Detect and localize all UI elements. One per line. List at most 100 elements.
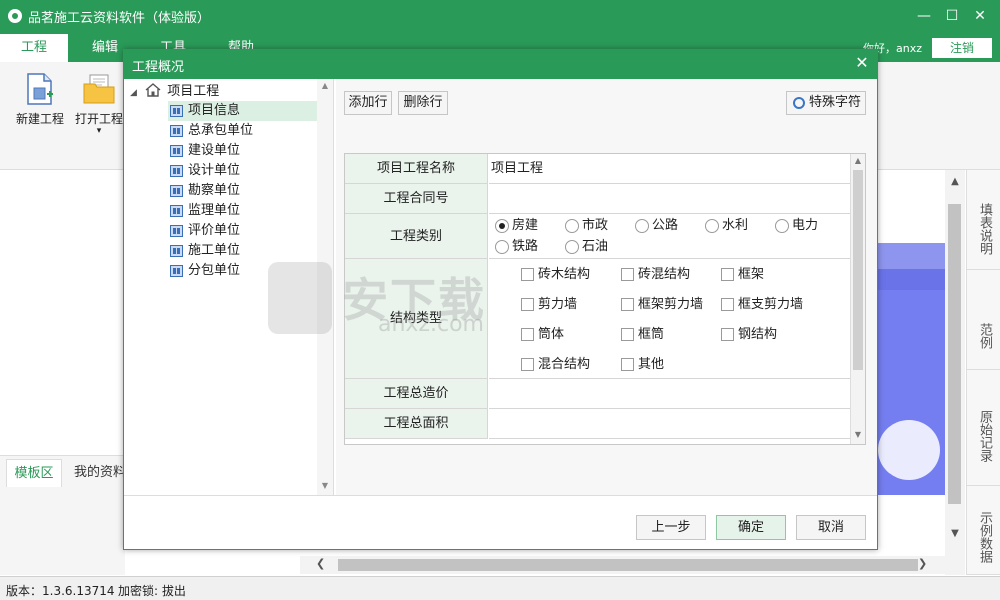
tree-item-design-unit[interactable]: 设计单位 bbox=[168, 161, 318, 181]
tree-item-contractor-unit[interactable]: 施工单位 bbox=[168, 241, 318, 261]
type-radio-housing[interactable]: 房建 bbox=[495, 218, 538, 234]
special-chars-label: 特殊字符 bbox=[808, 95, 861, 110]
previous-step-button[interactable]: 上一步 bbox=[636, 515, 706, 540]
tree-item-label: 分包单位 bbox=[188, 263, 241, 278]
tree-item-construction-unit[interactable]: 建设单位 bbox=[168, 141, 318, 161]
scroll-left-icon[interactable]: ❮ bbox=[316, 557, 325, 570]
structure-check-other[interactable]: 其他 bbox=[621, 357, 664, 373]
tree-item-label: 总承包单位 bbox=[188, 123, 254, 138]
structure-check-tube[interactable]: 筒体 bbox=[521, 327, 564, 343]
tree-item-label: 勘察单位 bbox=[188, 183, 241, 198]
special-chars-button[interactable]: 特殊字符 bbox=[786, 91, 866, 115]
app-title: 品茗施工云资料软件（体验版） bbox=[28, 11, 211, 26]
open-project-label: 打开工程 bbox=[74, 112, 123, 126]
total-area-field[interactable] bbox=[489, 409, 851, 439]
project-type-label: 工程类别 bbox=[345, 214, 488, 259]
tree-item-supervision-unit[interactable]: 监理单位 bbox=[168, 201, 318, 221]
collapse-icon[interactable]: ◢ bbox=[130, 88, 137, 98]
menu-tab-project[interactable]: 工程 bbox=[0, 34, 68, 62]
structure-check-shear-wall[interactable]: 剪力墙 bbox=[521, 297, 577, 313]
status-bar: 版本：1.3.6.13714 加密锁: 拔出 bbox=[0, 576, 1000, 600]
tree-item-label: 项目信息 bbox=[188, 103, 241, 118]
total-cost-field[interactable] bbox=[489, 379, 851, 409]
scroll-down-icon[interactable]: ▼ bbox=[850, 430, 865, 439]
contract-no-label: 工程合同号 bbox=[345, 184, 488, 214]
dialog-title: 工程概况 bbox=[132, 60, 185, 75]
type-radio-petroleum[interactable]: 石油 bbox=[565, 239, 608, 255]
building-icon bbox=[170, 225, 183, 237]
side-tab-original-record[interactable]: 原始记录 bbox=[967, 370, 1000, 486]
scroll-up-icon[interactable]: ▲ bbox=[945, 176, 965, 187]
form-scroll-thumb[interactable] bbox=[853, 170, 863, 370]
preview-scroll-thumb[interactable] bbox=[948, 204, 961, 504]
project-name-field[interactable]: 项目工程 bbox=[489, 154, 851, 184]
open-project-button[interactable]: 打开工程 ▾ bbox=[74, 72, 124, 136]
scroll-up-icon[interactable]: ▲ bbox=[317, 81, 333, 90]
type-radio-highway[interactable]: 公路 bbox=[635, 218, 678, 234]
tree-item-label: 建设单位 bbox=[188, 143, 241, 158]
scroll-up-icon[interactable]: ▲ bbox=[850, 156, 865, 165]
app-titlebar: 品茗施工云资料软件（体验版） — ☐ ✕ bbox=[0, 0, 1000, 32]
form-pane: 添加行 删除行 特殊字符 项目工程名称 项目工程 工程合同号 工程类别 房建 市… bbox=[336, 79, 877, 495]
building-icon bbox=[170, 265, 183, 277]
tree-root[interactable]: ◢ 项目工程 bbox=[130, 83, 219, 101]
close-window-button[interactable]: ✕ bbox=[968, 4, 992, 28]
tree-item-project-info[interactable]: 项目信息 bbox=[168, 101, 318, 121]
tree-item-subcontractor-unit[interactable]: 分包单位 bbox=[168, 261, 318, 281]
structure-check-steel[interactable]: 钢结构 bbox=[721, 327, 777, 343]
folder-icon bbox=[83, 74, 115, 104]
type-radio-railway[interactable]: 铁路 bbox=[495, 239, 538, 255]
project-tree: ◢ 项目工程 项目信息 总承包单位 建设单位 设计单位 勘察单位 监理单位 评价… bbox=[124, 79, 334, 495]
new-project-label: 新建工程 bbox=[15, 112, 64, 126]
open-dropdown-arrow[interactable]: ▾ bbox=[74, 127, 124, 136]
side-tab-example[interactable]: 范例 bbox=[967, 270, 1000, 370]
building-icon bbox=[170, 105, 183, 117]
planet-illustration bbox=[878, 420, 940, 480]
minimize-button[interactable]: — bbox=[912, 4, 936, 28]
scroll-right-icon[interactable]: ❯ bbox=[918, 557, 927, 570]
maximize-button[interactable]: ☐ bbox=[940, 4, 964, 28]
structure-check-mixed[interactable]: 混合结构 bbox=[521, 357, 590, 373]
delete-row-button[interactable]: 删除行 bbox=[398, 91, 448, 115]
logout-button[interactable]: 注销 bbox=[932, 38, 992, 58]
tree-item-label: 监理单位 bbox=[188, 203, 241, 218]
horizontal-scroll-thumb[interactable] bbox=[338, 559, 918, 571]
type-radio-power[interactable]: 电力 bbox=[775, 218, 818, 234]
tree-item-evaluation-unit[interactable]: 评价单位 bbox=[168, 221, 318, 241]
tree-item-survey-unit[interactable]: 勘察单位 bbox=[168, 181, 318, 201]
structure-check-frame[interactable]: 框架 bbox=[721, 267, 764, 283]
project-overview-dialog: 工程概况 ✕ ◢ 项目工程 项目信息 总承包单位 建设单位 设计单位 勘察单位 … bbox=[123, 49, 878, 550]
structure-check-brick-concrete[interactable]: 砖混结构 bbox=[621, 267, 690, 283]
tree-item-general-contractor[interactable]: 总承包单位 bbox=[168, 121, 318, 141]
version-text: 版本：1.3.6.13714 bbox=[6, 584, 115, 598]
building-icon bbox=[170, 185, 183, 197]
tab-my-documents[interactable]: 我的资料 bbox=[74, 459, 124, 487]
new-document-icon bbox=[27, 73, 53, 105]
dialog-close-icon[interactable]: ✕ bbox=[852, 53, 872, 72]
total-area-label: 工程总面积 bbox=[345, 409, 488, 439]
ok-button[interactable]: 确定 bbox=[716, 515, 786, 540]
cancel-button[interactable]: 取消 bbox=[796, 515, 866, 540]
structure-check-frame-shear-wall[interactable]: 框架剪力墙 bbox=[621, 297, 703, 313]
building-icon bbox=[170, 125, 183, 137]
side-tab-sample-data[interactable]: 示例数据 bbox=[967, 486, 1000, 575]
tree-item-label: 施工单位 bbox=[188, 243, 241, 258]
scroll-down-icon[interactable]: ▼ bbox=[945, 528, 965, 539]
tree-item-label: 评价单位 bbox=[188, 223, 241, 238]
contract-no-field[interactable] bbox=[489, 184, 851, 214]
structure-type-label: 结构类型 bbox=[345, 259, 488, 379]
type-radio-water[interactable]: 水利 bbox=[705, 218, 748, 234]
structure-check-frame-tube[interactable]: 框筒 bbox=[621, 327, 664, 343]
scroll-down-icon[interactable]: ▼ bbox=[317, 481, 333, 490]
building-icon bbox=[170, 205, 183, 217]
structure-check-brick-wood[interactable]: 砖木结构 bbox=[521, 267, 590, 283]
type-radio-municipal[interactable]: 市政 bbox=[565, 218, 608, 234]
side-tab-fill-instructions[interactable]: 填表说明 bbox=[967, 170, 1000, 270]
structure-check-frame-supported-shear-wall[interactable]: 框支剪力墙 bbox=[721, 297, 803, 313]
project-type-group: 房建 市政 公路 水利 电力 铁路 石油 bbox=[489, 214, 851, 259]
dialog-titlebar: 工程概况 ✕ bbox=[124, 50, 877, 79]
tree-scrollbar[interactable]: ▲ ▼ bbox=[317, 79, 333, 495]
tab-template-area[interactable]: 模板区 bbox=[6, 459, 62, 487]
new-project-button[interactable]: 新建工程 bbox=[14, 72, 66, 127]
add-row-button[interactable]: 添加行 bbox=[344, 91, 392, 115]
